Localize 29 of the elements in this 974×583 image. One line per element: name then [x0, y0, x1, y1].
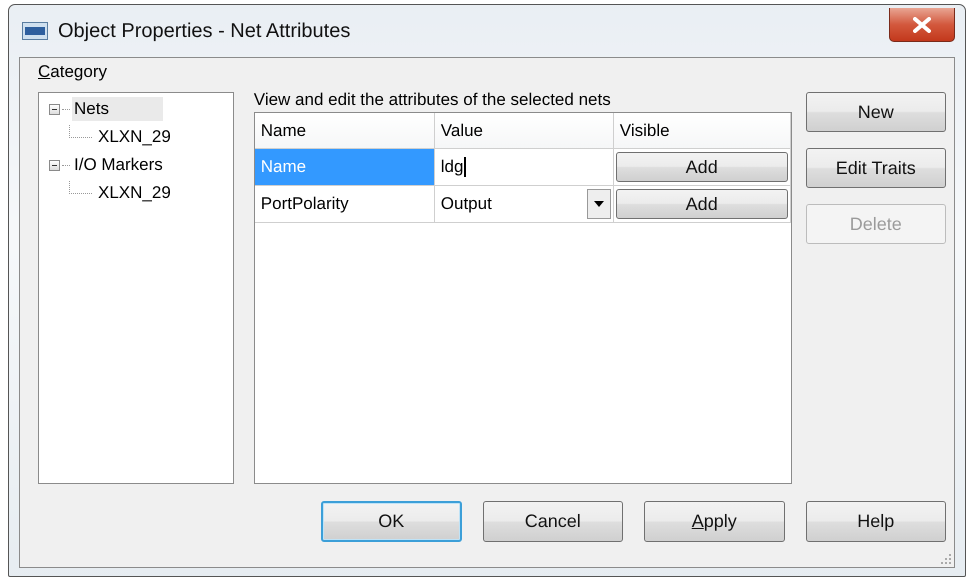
text-cursor — [464, 157, 466, 177]
close-button[interactable] — [889, 8, 955, 42]
add-button[interactable]: Add — [616, 152, 788, 182]
side-button[interactable]: New — [806, 92, 946, 132]
column-header[interactable]: Value — [434, 113, 614, 148]
tree-item[interactable]: Nets — [72, 97, 163, 121]
dialog-button[interactable]: Apply — [644, 501, 784, 542]
tree-item[interactable]: XLXN_29 — [96, 125, 191, 149]
value-field[interactable]: ldg — [434, 149, 614, 185]
dialog-button[interactable]: Help — [806, 501, 946, 542]
close-icon — [913, 16, 931, 32]
table-caption: View and edit the attributes of the selected nets — [254, 90, 611, 109]
table-cell[interactable]: PortPolarity — [254, 186, 435, 222]
column-header[interactable]: Visible — [614, 113, 791, 148]
window-title: Object Properties - Net Attributes — [58, 20, 352, 42]
tree-item[interactable]: XLXN_29 — [96, 181, 191, 205]
column-header[interactable]: Name — [254, 113, 435, 148]
collapse-icon[interactable] — [49, 160, 60, 170]
tree-item[interactable]: I/O Markers — [72, 153, 183, 177]
dialog-button[interactable]: Cancel — [482, 501, 623, 542]
dropdown-arrow-icon — [594, 201, 604, 207]
add-button[interactable]: Add — [616, 189, 788, 219]
category-label: Category — [38, 62, 107, 81]
resize-grip-icon — [941, 554, 952, 565]
app-logo-icon — [22, 22, 48, 40]
collapse-icon[interactable] — [49, 104, 60, 114]
dialog-button[interactable]: OK — [321, 501, 462, 542]
value-dropdown[interactable]: Output — [434, 186, 614, 222]
side-button[interactable]: Edit Traits — [806, 148, 946, 188]
